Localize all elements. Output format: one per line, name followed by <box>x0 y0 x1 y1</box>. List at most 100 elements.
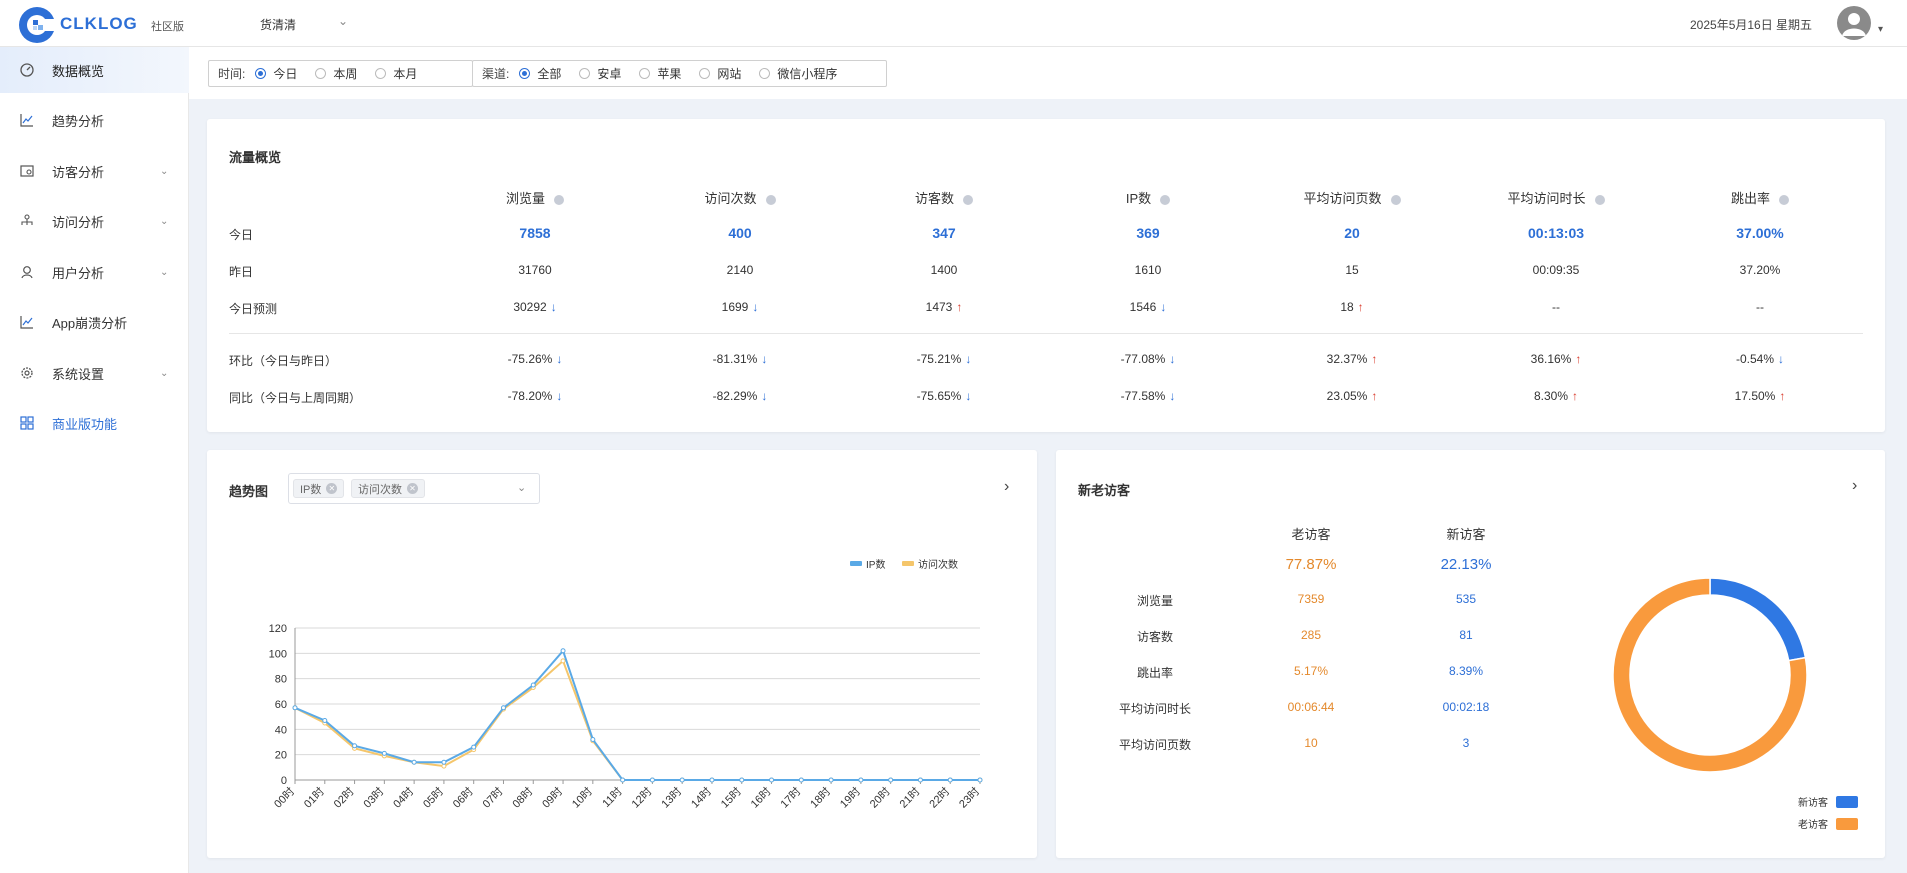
sidebar-item-visit[interactable]: 访问分析 ⌄ <box>0 198 189 244</box>
arrow-up-icon: ↑ <box>1575 352 1582 366</box>
sidebar-item-user[interactable]: 用户分析 ⌄ <box>0 249 189 295</box>
arrow-up-icon: ↑ <box>1357 300 1364 314</box>
arrow-up-icon: ↑ <box>1371 389 1378 403</box>
donut-slice-0[interactable] <box>1709 577 1807 662</box>
sidebar-item-trend[interactable]: 趋势分析 <box>0 97 189 143</box>
legend-swatch <box>1836 795 1858 808</box>
time-filter-label: 时间: <box>218 67 246 81</box>
grid-icon <box>19 415 35 431</box>
help-icon[interactable] <box>765 194 776 205</box>
tag-label: IP数 <box>300 483 322 496</box>
metric-multiselect[interactable]: IP数 ✕ 访问次数 ✕ ⌄ <box>288 473 540 504</box>
cell-value: -82.29% <box>712 389 758 403</box>
radio-time-today[interactable]: 今日 <box>255 65 297 82</box>
data-point <box>560 658 566 664</box>
x-tick-label: 15时 <box>718 785 744 811</box>
row-label-today: 今日 <box>229 228 254 242</box>
chevron-down-icon[interactable]: ⌄ <box>338 14 348 28</box>
arrow-down-icon: ↓ <box>965 352 972 366</box>
x-tick-label: 01时 <box>301 785 327 811</box>
sidebar-item-visitor[interactable]: 访客分析 ⌄ <box>0 148 189 194</box>
x-tick-label: 14时 <box>688 785 714 811</box>
current-date: 2025年5月16日 星期五 <box>1690 18 1813 32</box>
radio-label: 本月 <box>393 67 418 81</box>
x-tick-label: 23时 <box>956 785 982 811</box>
x-tick-label: 13时 <box>659 785 685 811</box>
legend-label: 老访客 <box>1798 820 1828 831</box>
visitor-row-label: 浏览量 <box>1136 594 1173 608</box>
cell-yesterday: 2140 <box>665 263 815 277</box>
arrow-down-icon: ↓ <box>965 389 972 403</box>
cell-dod: -75.21% ↓ <box>869 352 1019 366</box>
radio-label: 网站 <box>717 67 742 81</box>
radio-time-week[interactable]: 本周 <box>315 65 357 82</box>
help-icon[interactable] <box>1779 194 1789 205</box>
help-icon[interactable] <box>1160 194 1171 205</box>
x-tick-label: 03时 <box>361 785 387 811</box>
radio-channel-android[interactable]: 安卓 <box>579 65 621 82</box>
avatar[interactable] <box>1837 6 1871 40</box>
dashboard-icon <box>19 62 35 78</box>
radio-channel-miniprogram[interactable]: 微信小程序 <box>759 65 837 82</box>
column-header-label: 访客数 <box>914 191 954 206</box>
cell-forecast: 30292 ↓ <box>460 300 610 314</box>
cell-wow: -82.29% ↓ <box>665 389 815 403</box>
radio-channel-all[interactable]: 全部 <box>519 65 561 82</box>
radio-icon <box>375 68 387 79</box>
radio-time-month[interactable]: 本月 <box>375 65 417 82</box>
help-icon[interactable] <box>963 194 973 205</box>
sidebar-item-app-crash[interactable]: App崩溃分析 <box>0 299 189 345</box>
help-icon[interactable] <box>1390 194 1401 205</box>
traffic-overview-card <box>207 119 1885 432</box>
cell-value: 30292 <box>513 300 547 314</box>
traffic-overview-title: 流量概览 <box>229 150 282 165</box>
chevron-right-icon[interactable]: › <box>1004 478 1009 496</box>
old-visitor-header: 老访客 <box>1291 527 1331 542</box>
arrow-down-icon: ↓ <box>556 352 563 366</box>
help-icon[interactable] <box>1594 194 1605 205</box>
column-header-label: 跳出率 <box>1730 191 1770 206</box>
column-header: 浏览量 <box>460 188 610 207</box>
data-point <box>649 777 655 783</box>
data-point <box>888 777 894 783</box>
column-header: 平均访问时长 <box>1481 188 1631 207</box>
cell-value: -77.58% <box>1120 389 1166 403</box>
close-icon[interactable]: ✕ <box>326 483 338 494</box>
help-icon[interactable] <box>554 194 564 205</box>
chevron-right-icon[interactable]: › <box>1852 477 1857 495</box>
legend-new-visitor: 新访客 <box>1798 794 1858 809</box>
visitor-row-label: 访客数 <box>1136 630 1173 644</box>
sidebar-item-business[interactable]: 商业版功能 <box>0 400 189 446</box>
caret-down-icon[interactable]: ▾ <box>1878 24 1883 35</box>
top-header: CLKLOG 社区版 货清清 ⌄ 2025年5月16日 星期五 ▾ <box>0 0 1907 47</box>
cell-yesterday: 00:09:35 <box>1481 263 1631 277</box>
cell-value: 7858 <box>519 225 551 241</box>
clklog-logo-icon[interactable] <box>17 5 57 45</box>
cell-wow: -77.58% ↓ <box>1073 389 1223 403</box>
close-icon[interactable]: ✕ <box>407 483 418 494</box>
divider <box>229 333 1863 334</box>
sidebar-item-settings[interactable]: 系统设置 ⌄ <box>0 350 189 396</box>
x-tick-label: 21时 <box>897 785 923 811</box>
visitor-row-label: 平均访问页数 <box>1118 738 1191 752</box>
channel-filter-label: 渠道: <box>482 67 510 81</box>
x-tick-label: 06时 <box>450 785 476 811</box>
y-tick-label: 100 <box>269 648 287 660</box>
cell-value: 1610 <box>1134 263 1162 277</box>
arrow-up-icon: ↑ <box>1572 389 1579 403</box>
radio-channel-web[interactable]: 网站 <box>699 65 741 82</box>
radio-channel-apple[interactable]: 苹果 <box>639 65 681 82</box>
cell-yesterday: 1610 <box>1073 263 1223 277</box>
cell-today: 7858 <box>460 225 610 241</box>
cell-value: 00:09:35 <box>1532 263 1580 277</box>
sidebar-item-overview[interactable]: 数据概览 <box>0 47 189 93</box>
radio-label: 全部 <box>537 67 562 81</box>
cell-forecast: 1699 ↓ <box>665 300 815 314</box>
cell-value: 20 <box>1344 225 1360 241</box>
legend-swatch <box>1836 817 1858 830</box>
data-point <box>858 777 864 783</box>
x-tick-label: 22时 <box>927 785 953 811</box>
old-visitor-percent: 77.87% <box>1285 556 1337 573</box>
arrow-up-icon: ↑ <box>956 300 963 314</box>
project-select[interactable]: 货清清 <box>260 16 296 33</box>
